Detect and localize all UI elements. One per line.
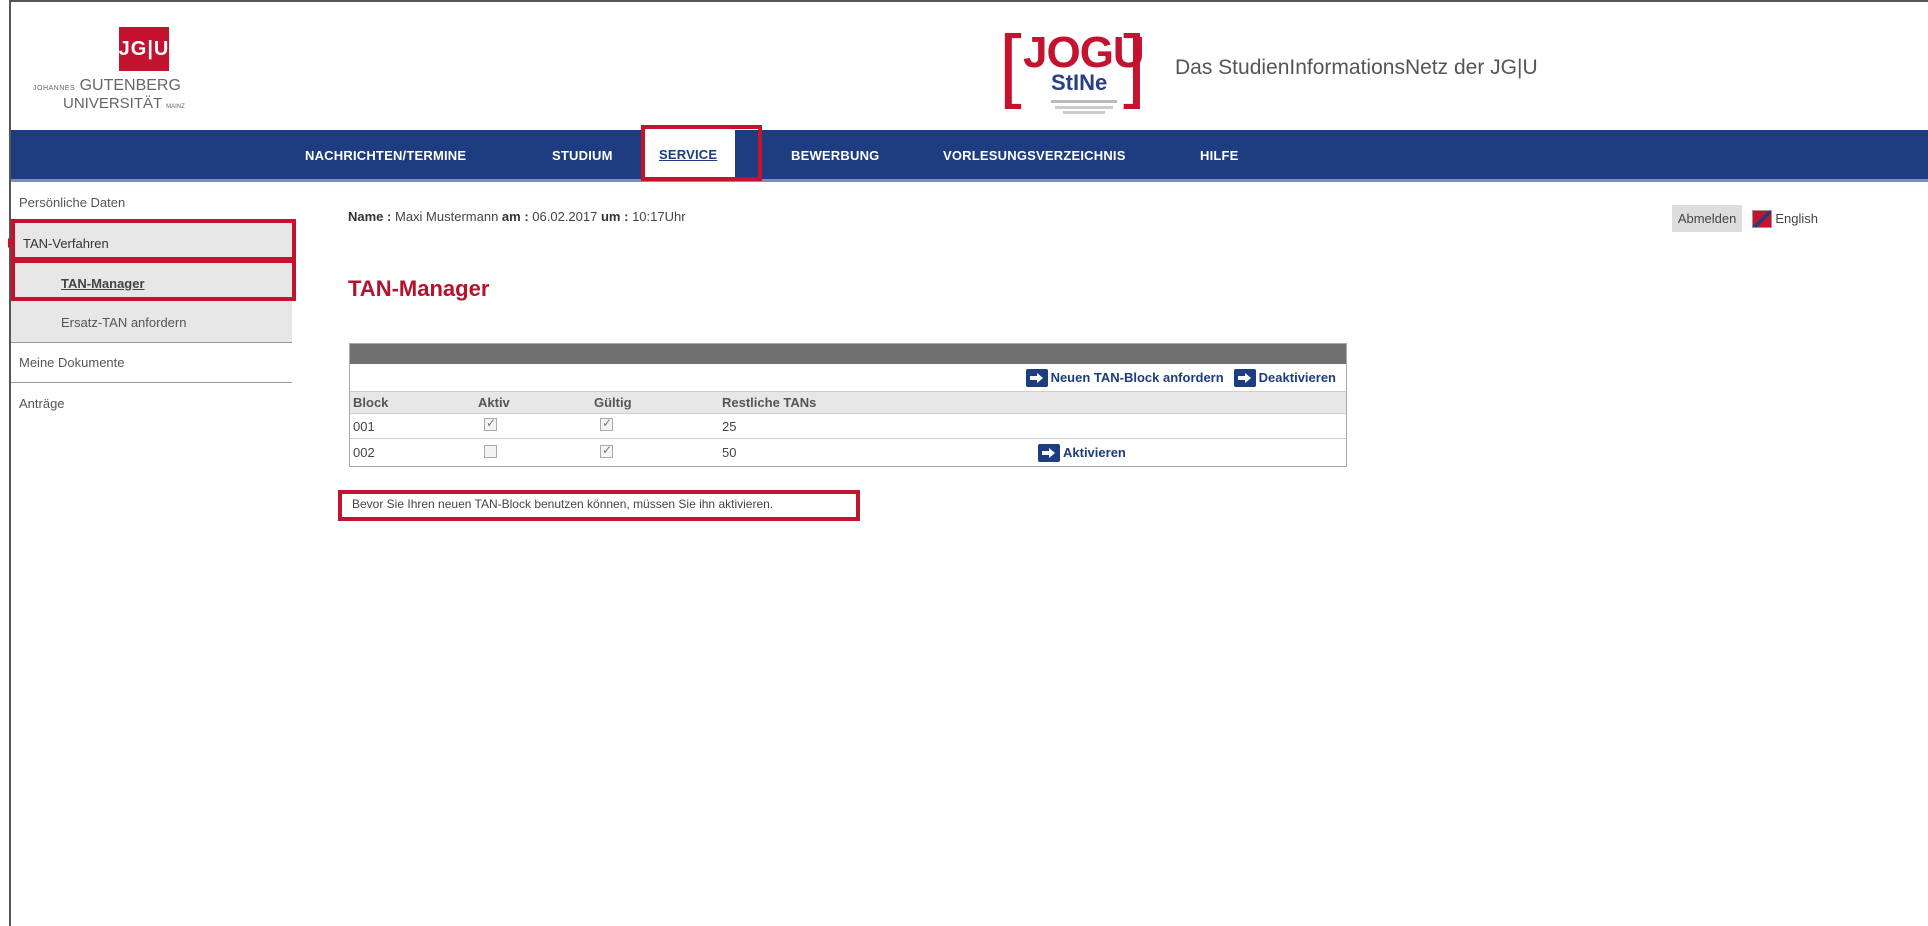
- login-time: 10:17Uhr: [632, 209, 686, 224]
- table-row: 002 50 Aktivieren: [350, 439, 1346, 466]
- cell-block: 001: [353, 418, 375, 434]
- sidebar-item-persoenliche-daten[interactable]: Persönliche Daten: [11, 183, 292, 223]
- table-row: 001 25: [350, 414, 1346, 439]
- new-tan-block-button[interactable]: Neuen TAN-Block anfordern: [1025, 368, 1224, 387]
- page-title: TAN-Manager: [348, 276, 490, 301]
- user-info: Name : Maxi Mustermann am : 06.02.2017 u…: [348, 209, 686, 224]
- table-header-bar: [350, 344, 1346, 364]
- cell-block: 002: [353, 445, 375, 460]
- sidebar-item-label: Anträge: [19, 395, 65, 411]
- jgu-logo-line2: UNIVERSITÄT MAINZ: [63, 95, 185, 112]
- nav-service[interactable]: SERVICE: [641, 130, 736, 179]
- nav-vorlesungsverzeichnis[interactable]: VORLESUNGSVERZEICHNIS: [943, 148, 1126, 163]
- jgu-logo-universitaet: UNIVERSITÄT: [63, 95, 162, 112]
- cell-gueltig: [594, 416, 722, 434]
- cell-restliche-tans: 25: [722, 418, 737, 434]
- top-right-controls: Abmelden English: [1671, 205, 1818, 232]
- nav-studium[interactable]: STUDIUM: [552, 148, 613, 163]
- col-header-aktiv: Aktiv: [478, 395, 510, 410]
- sidebar-item-tan-manager[interactable]: TAN-Manager: [11, 263, 292, 303]
- sidebar-item-tan-verfahren[interactable]: TAN-Verfahren: [8, 223, 292, 263]
- jogustine-logo[interactable]: [ JOGU StINe ]: [999, 16, 1146, 128]
- activate-label: Aktivieren: [1063, 445, 1126, 460]
- sidebar-item-meine-dokumente[interactable]: Meine Dokumente: [11, 343, 292, 383]
- cell-restliche-tans: 50: [722, 445, 737, 460]
- activation-notice: Bevor Sie Ihren neuen TAN-Block benutzen…: [352, 497, 774, 511]
- jgu-mark: JG|U: [119, 27, 169, 71]
- aktiv-checkbox[interactable]: [484, 444, 497, 458]
- name-label: Name :: [348, 209, 392, 224]
- nav-nachrichten-termine[interactable]: NACHRICHTEN/TERMINE: [305, 148, 466, 163]
- time-label: um :: [600, 209, 629, 224]
- arrow-right-icon: [1038, 443, 1060, 462]
- gueltig-checkbox[interactable]: [600, 443, 613, 458]
- aktiv-checkbox[interactable]: [484, 416, 497, 431]
- date-label: am :: [501, 209, 529, 224]
- site-header: JG|U JOHANNES GUTENBERG UNIVERSITÄT MAIN…: [11, 2, 1928, 130]
- deactivate-label: Deaktivieren: [1258, 370, 1336, 385]
- logo-bracket-left: [: [999, 19, 1022, 110]
- portal-title: Das StudienInformationsNetz der JG|U: [1175, 56, 1538, 79]
- col-header-gueltig: Gültig: [594, 395, 632, 410]
- nav-bewerbung[interactable]: BEWERBUNG: [791, 148, 879, 163]
- arrow-right-icon: [1233, 368, 1256, 387]
- jgu-logo-johannes: JOHANNES: [33, 85, 76, 92]
- table-actions: Neuen TAN-Block anfordern Deaktivieren: [350, 364, 1346, 392]
- user-name: Maxi Mustermann: [394, 209, 499, 224]
- col-header-block: Block: [353, 395, 389, 410]
- cell-aktiv: [478, 416, 594, 434]
- jgu-logo-mainz: MAINZ: [166, 104, 185, 110]
- logo-bracket-right: ]: [1123, 19, 1146, 110]
- sidebar: Persönliche Daten TAN-Verfahren TAN-Mana…: [8, 183, 292, 423]
- tan-table: Neuen TAN-Block anfordern Deaktivieren B…: [349, 343, 1347, 467]
- active-arrow-icon: [8, 238, 14, 248]
- arrow-right-icon: [1025, 368, 1048, 387]
- jgu-logo[interactable]: JG|U JOHANNES GUTENBERG UNIVERSITÄT MAIN…: [33, 25, 223, 125]
- page-frame: JG|U JOHANNES GUTENBERG UNIVERSITÄT MAIN…: [8, 0, 1928, 926]
- flag-icon: [1752, 209, 1773, 228]
- nav-hilfe[interactable]: HILFE: [1200, 148, 1239, 163]
- cell-action: Aktivieren: [1038, 443, 1346, 462]
- login-date: 06.02.2017: [532, 209, 598, 224]
- sidebar-item-label: TAN-Verfahren: [23, 235, 109, 251]
- gueltig-checkbox[interactable]: [600, 416, 613, 431]
- jgu-logo-line1: JOHANNES GUTENBERG: [33, 77, 223, 95]
- cell-aktiv: [478, 444, 594, 461]
- language-label: English: [1775, 211, 1818, 226]
- sidebar-item-label: Ersatz-TAN anfordern: [61, 315, 187, 330]
- deactivate-button[interactable]: Deaktivieren: [1233, 368, 1336, 387]
- new-tan-block-label: Neuen TAN-Block anfordern: [1050, 370, 1224, 385]
- activate-button[interactable]: Aktivieren: [1038, 443, 1346, 462]
- table-header-row: Block Aktiv Gültig Restliche TANs: [350, 392, 1346, 414]
- sidebar-item-ersatz-tan[interactable]: Ersatz-TAN anfordern: [11, 303, 292, 343]
- sidebar-item-label: TAN-Manager: [61, 275, 145, 291]
- sidebar-item-antraege[interactable]: Anträge: [11, 383, 292, 423]
- sidebar-item-label: Persönliche Daten: [19, 195, 126, 210]
- logo-stine: StINe: [1051, 70, 1108, 95]
- main-nav: NACHRICHTEN/TERMINE STUDIUM SERVICE BEWE…: [11, 130, 1928, 182]
- col-header-restliche-tans: Restliche TANs: [722, 395, 817, 410]
- cell-gueltig: [594, 443, 722, 461]
- logo-tagline-graphic: [1051, 100, 1117, 114]
- language-switch[interactable]: English: [1752, 209, 1818, 228]
- logout-button[interactable]: Abmelden: [1671, 205, 1743, 232]
- sidebar-item-label: Meine Dokumente: [19, 355, 125, 370]
- jgu-logo-gutenberg: GUTENBERG: [79, 77, 181, 94]
